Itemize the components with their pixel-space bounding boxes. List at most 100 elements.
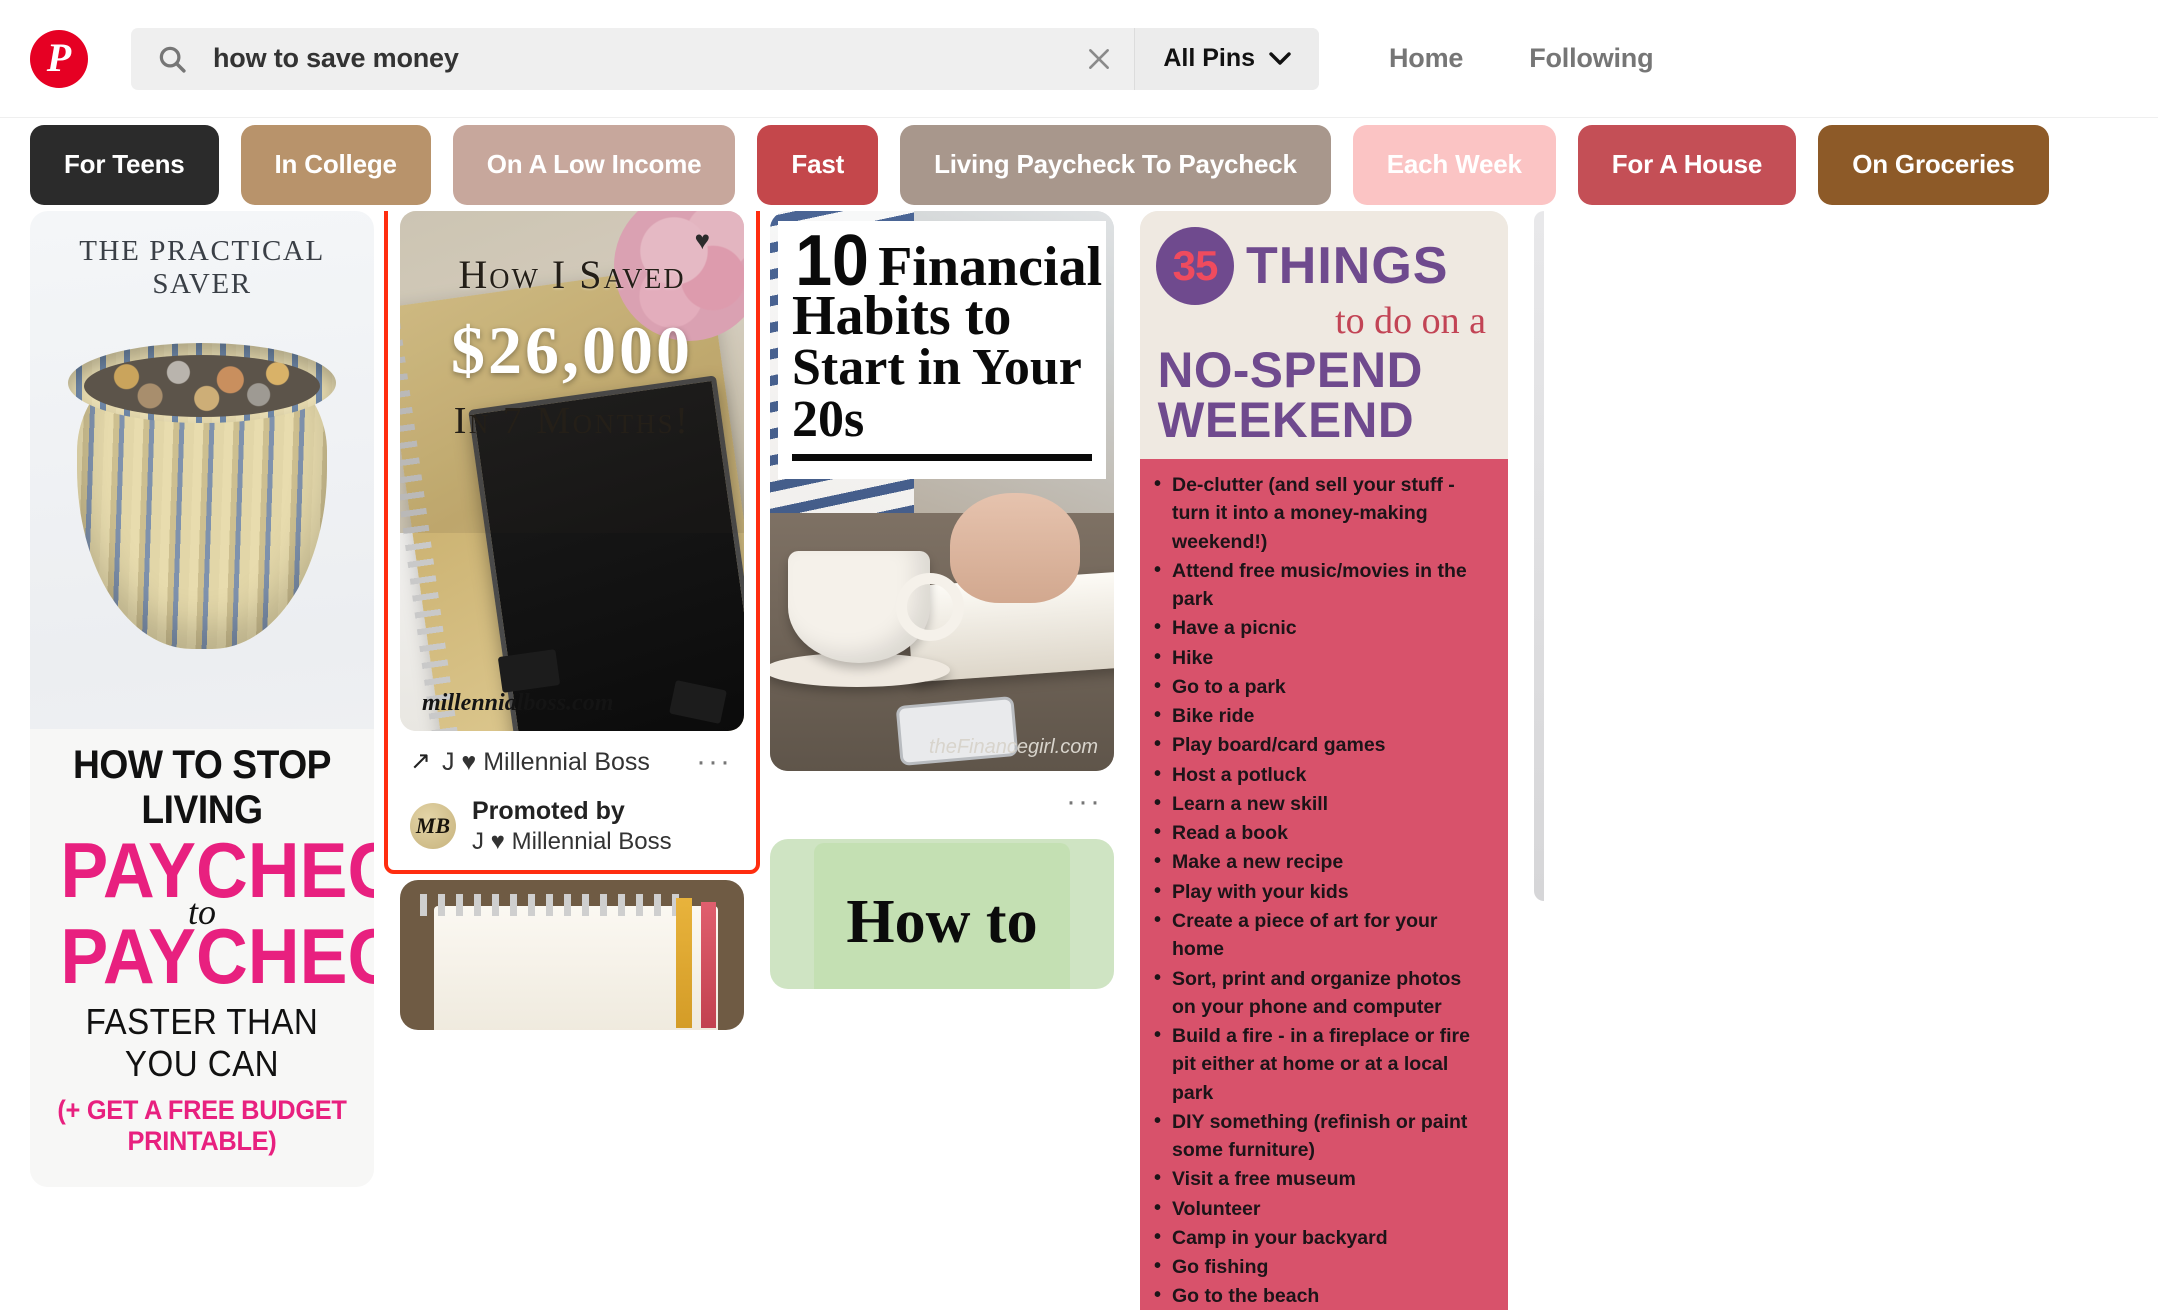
list-item: Play board/card games <box>1154 730 1490 759</box>
avatar[interactable]: MB <box>410 803 456 850</box>
search-field[interactable] <box>131 28 1065 90</box>
filter-chip-label: In College <box>274 149 397 179</box>
spiral-binding <box>420 893 690 916</box>
filter-chip-label: For A House <box>1611 149 1763 179</box>
pinterest-logo-icon[interactable]: P <box>30 29 88 88</box>
filter-chip-in-college[interactable]: In College <box>240 124 431 205</box>
pencil-icon <box>676 897 692 1028</box>
list-item: Make a new recipe <box>1154 847 1490 876</box>
promoted-by-row: MB Promoted by J ♥ Millennial Boss <box>410 795 740 858</box>
pin-overflow-menu-button[interactable]: ··· <box>688 747 740 777</box>
practical-saver-brand: THE PRACTICAL SAVER <box>79 235 325 300</box>
list-item: Go fishing <box>1154 1252 1490 1281</box>
all-pins-filter-dropdown[interactable]: All Pins <box>1134 27 1319 90</box>
ps-line-4: FASTER THAN YOU CAN <box>85 1001 319 1085</box>
pin-image-millennial-boss[interactable]: ♥ How I Saved $26,000 In 7 Months! mille… <box>400 211 744 731</box>
pin-card-notepad-partial[interactable] <box>400 879 744 1030</box>
nsw-word-things: THINGS <box>1246 237 1449 295</box>
nsw-list: De-clutter (and sell your stuff - turn i… <box>1154 470 1490 1310</box>
filter-chip-for-teens[interactable]: For Teens <box>30 124 219 205</box>
list-item: DIY something (refinish or paint some fu… <box>1154 1107 1490 1165</box>
header-nav: Home Following <box>1389 43 1654 74</box>
list-item: Create a piece of art for your home <box>1154 906 1490 964</box>
pin-image-howto[interactable]: How to <box>770 839 1114 989</box>
pin-image-financial-habits[interactable]: 10 Financial Habits to Start in Your 20s… <box>770 211 1114 771</box>
list-item: Visit a free museum <box>1154 1164 1490 1193</box>
list-item: Play with your kids <box>1154 877 1490 906</box>
filter-chip-for-a-house[interactable]: For A House <box>1577 124 1797 205</box>
list-item: Go to a park <box>1154 672 1490 701</box>
pin-grid-column-2: ♥ How I Saved $26,000 In 7 Months! mille… <box>384 211 760 1030</box>
fh-watermark: theFinancegirl.com <box>929 736 1098 758</box>
pin-overflow-menu-button[interactable]: ··· <box>1058 787 1110 817</box>
nsw-subtitle: to do on a <box>1335 300 1486 342</box>
financial-habits-title: 10 Financial Habits to Start in Your 20s <box>778 221 1106 479</box>
mb-watermark: millennialboss.com <box>422 690 614 716</box>
pin-source-label: J ♥ Millennial Boss <box>441 747 650 776</box>
howto-title: How to <box>846 888 1038 956</box>
chevron-down-icon <box>1269 51 1291 65</box>
pin-image-no-spend-weekend[interactable]: 35 THINGS to do on a NO-SPEND WEEKEND De… <box>1140 211 1508 1310</box>
pin-grid: THE PRACTICAL SAVER HOW TO STOP LIVING P… <box>0 211 2158 1310</box>
filter-chip-label: Each Week <box>1386 149 1522 179</box>
promoted-by-name[interactable]: J ♥ Millennial Boss <box>472 827 672 858</box>
nav-link-following[interactable]: Following <box>1529 43 1653 74</box>
filter-chip-label: On Groceries <box>1852 149 2015 179</box>
filter-chip-on-a-low-income[interactable]: On A Low Income <box>452 124 736 205</box>
pin-card-offscreen-partial[interactable] <box>1534 211 1544 901</box>
list-item: De-clutter (and sell your stuff - turn i… <box>1154 470 1490 556</box>
pin-source-link[interactable]: ↗ J ♥ Millennial Boss <box>410 747 650 777</box>
promoted-by-text: Promoted by J ♥ Millennial Boss <box>472 795 672 858</box>
pin-image-practical-saver[interactable]: THE PRACTICAL SAVER HOW TO STOP LIVING P… <box>30 211 374 1188</box>
pin-card-howto-partial[interactable]: How to <box>770 839 1114 989</box>
close-icon <box>1089 48 1110 69</box>
clear-search-button[interactable] <box>1064 28 1134 90</box>
coffee-cup-photo <box>788 551 964 663</box>
ps-line-5: (+ GET A FREE BUDGET PRINTABLE) <box>57 1095 347 1157</box>
nsw-count-badge: 35 <box>1156 227 1234 305</box>
coins-pile <box>84 355 320 417</box>
pin-attribution-financial-habits: ··· <box>770 771 1114 817</box>
pin-attribution-row: ↗ J ♥ Millennial Boss ··· <box>410 747 740 777</box>
list-item: Volunteer <box>1154 1194 1490 1223</box>
filter-chips-row: For Teens In College On A Low Income Fas… <box>0 118 2158 211</box>
nsw-title-row: 35 THINGS <box>1156 227 1492 305</box>
filter-chip-on-groceries[interactable]: On Groceries <box>1818 124 2049 205</box>
nsw-header: 35 THINGS to do on a NO-SPEND WEEKEND <box>1140 211 1508 459</box>
pin-card-financial-habits[interactable]: 10 Financial Habits to Start in Your 20s… <box>770 211 1114 817</box>
hand-photo <box>950 493 1080 603</box>
mb-title-line-3: In 7 Months! <box>453 400 691 442</box>
pin-card-no-spend-weekend[interactable]: 35 THINGS to do on a NO-SPEND WEEKEND De… <box>1140 211 1508 1310</box>
filter-chip-label: Fast <box>791 149 845 179</box>
pencil-icon <box>701 901 716 1028</box>
search-bar: All Pins <box>131 27 1319 90</box>
pin-attribution: ↗ J ♥ Millennial Boss ··· MB Promoted by… <box>400 731 744 858</box>
mb-title-line-1: How I Saved <box>458 252 686 297</box>
pin-grid-column-4: 35 THINGS to do on a NO-SPEND WEEKEND De… <box>1140 211 1508 1310</box>
coin-basket-photo <box>30 309 374 729</box>
pin-image-notepad[interactable] <box>400 879 744 1030</box>
filter-chip-label: Living Paycheck To Paycheck <box>934 149 1297 179</box>
filter-chip-fast[interactable]: Fast <box>757 124 879 205</box>
nav-link-home[interactable]: Home <box>1389 43 1463 74</box>
list-item: Bike ride <box>1154 701 1490 730</box>
filter-chip-label: On A Low Income <box>486 149 702 179</box>
list-item: Host a potluck <box>1154 760 1490 789</box>
pin-grid-column-5 <box>1534 211 1544 1310</box>
pin-card-millennial-boss-selected[interactable]: ♥ How I Saved $26,000 In 7 Months! mille… <box>384 211 760 874</box>
practical-saver-text: HOW TO STOP LIVING PAYCHECK to PAYCHECK … <box>30 729 374 1188</box>
list-item: Build a fire - in a fireplace or fire pi… <box>1154 1021 1490 1107</box>
filter-chip-each-week[interactable]: Each Week <box>1352 124 1556 205</box>
filter-chip-living-paycheck-to-paycheck[interactable]: Living Paycheck To Paycheck <box>900 124 1331 205</box>
fh-title-row-3: Start in Your 20s <box>792 341 1092 461</box>
search-input[interactable] <box>213 43 1065 74</box>
pin-card-practical-saver[interactable]: THE PRACTICAL SAVER HOW TO STOP LIVING P… <box>30 211 374 1188</box>
mb-title-line-2: $26,000 <box>451 312 693 388</box>
app-header: P All Pins Home Following <box>0 0 2158 118</box>
fh-number: 10 <box>795 221 869 301</box>
list-item: Have a picnic <box>1154 613 1490 642</box>
pin-grid-column-1: THE PRACTICAL SAVER HOW TO STOP LIVING P… <box>30 211 374 1188</box>
list-item: Hike <box>1154 643 1490 672</box>
nsw-activity-list: De-clutter (and sell your stuff - turn i… <box>1140 459 1508 1310</box>
pinterest-logo-glyph: P <box>46 34 72 80</box>
